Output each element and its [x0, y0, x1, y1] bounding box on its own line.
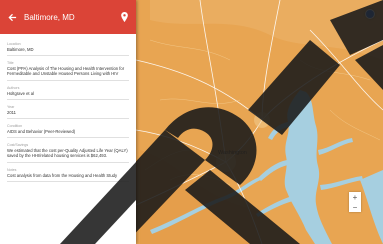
map-pin-icon[interactable]: [118, 11, 130, 23]
arrow-back-icon[interactable]: [6, 11, 18, 23]
city-label-washington: Washington: [218, 150, 247, 156]
details-panel: Baltimore, MD Location Baltimore, MD Tit…: [0, 0, 136, 244]
details-fields: Location Baltimore, MD Title Cost (PPA) …: [0, 34, 136, 182]
field-authors: Authors Holtgrave et al: [7, 86, 129, 100]
field-cost-savings: Cost/Savings We estimated that the cost …: [7, 143, 129, 163]
panel-header: Baltimore, MD: [0, 0, 136, 34]
field-notes: Notes Cost analysis from data from the H…: [7, 168, 129, 182]
zoom-in-button[interactable]: +: [349, 192, 361, 202]
field-value: AIDS and Behavior (Peer-Reviewed): [7, 129, 129, 139]
field-value: Cost (PPA) Analysis of The Housing and H…: [7, 66, 129, 81]
field-value: Baltimore, MD: [7, 47, 129, 57]
zoom-out-button[interactable]: −: [349, 202, 361, 212]
field-value: 2011: [7, 110, 129, 120]
field-condition: Condition AIDS and Behavior (Peer-Review…: [7, 124, 129, 139]
field-value: We estimated that the cost per-Quality A…: [7, 148, 129, 163]
field-title: Title Cost (PPA) Analysis of The Housing…: [7, 61, 129, 81]
field-value: Cost analysis from data from the Housing…: [7, 173, 129, 182]
panel-title: Baltimore, MD: [24, 12, 75, 22]
field-value: Holtgrave et al: [7, 91, 129, 100]
field-year: Year 2011: [7, 105, 129, 120]
zoom-control[interactable]: + −: [349, 192, 361, 212]
field-location: Location Baltimore, MD: [7, 42, 129, 57]
my-location-icon[interactable]: [365, 9, 375, 19]
